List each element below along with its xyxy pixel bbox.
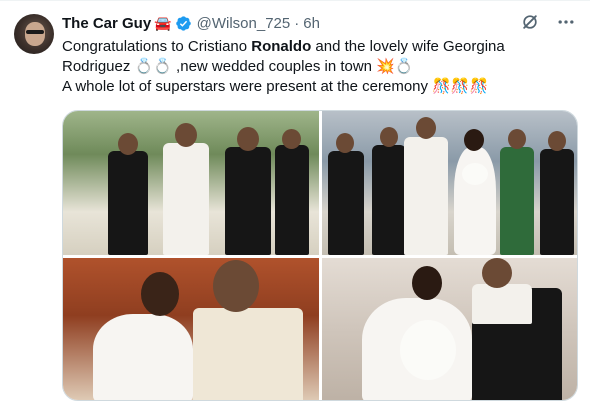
- figure-head: [118, 133, 138, 155]
- avatar[interactable]: [14, 14, 54, 54]
- avatar-glasses: [26, 30, 44, 34]
- divider: [0, 0, 590, 1]
- figure: [472, 284, 532, 324]
- tweet-text-line-3: A whole lot of superstars were present a…: [62, 78, 489, 95]
- figure-head: [237, 127, 259, 151]
- text-segment: Congratulations to Cristiano: [62, 38, 252, 55]
- tweet-text-line-1: Congratulations to Cristiano Ronaldo and…: [62, 37, 577, 57]
- figure-head: [464, 129, 484, 151]
- figure-head: [141, 272, 179, 316]
- display-name[interactable]: The Car Guy: [62, 15, 151, 32]
- verified-badge-icon[interactable]: [175, 15, 192, 32]
- figure-head: [336, 133, 354, 153]
- figure: [275, 145, 309, 255]
- figure: [108, 151, 148, 255]
- figure-head: [482, 258, 512, 288]
- figure: [404, 137, 448, 255]
- figure-head: [508, 129, 526, 149]
- car-emoji: 🚘: [154, 14, 172, 31]
- text-segment: and the lovely wife Georgina: [311, 38, 505, 55]
- top-actions: [520, 12, 576, 32]
- tweet-header: The Car Guy 🚘 @Wilson_725 · 6h: [62, 12, 320, 34]
- timestamp[interactable]: 6h: [303, 15, 320, 32]
- more-options-icon[interactable]: [556, 12, 576, 32]
- bouquet: [400, 320, 456, 380]
- figure-head: [213, 260, 259, 312]
- bouquet: [462, 163, 488, 185]
- figure-head: [282, 129, 301, 149]
- figure-head: [412, 266, 442, 300]
- media-grid: [62, 110, 578, 401]
- figure: [225, 147, 271, 255]
- figure-head: [175, 123, 197, 147]
- user-handle[interactable]: @Wilson_725: [197, 15, 291, 32]
- figure: [163, 143, 209, 255]
- wedding-photo-4[interactable]: [322, 258, 577, 400]
- figure: [500, 147, 534, 255]
- figure: [193, 308, 303, 400]
- tweet-text-line-2: Rodriguez 💍💍 ,new wedded couples in town…: [62, 58, 414, 75]
- wedding-photo-2[interactable]: [322, 111, 577, 255]
- figure-head: [416, 117, 436, 139]
- figure: [93, 314, 193, 400]
- figure: [328, 151, 364, 255]
- tweet-text: Congratulations to Cristiano Ronaldo and…: [62, 37, 577, 97]
- figure: [372, 145, 406, 255]
- figure-head: [380, 127, 398, 147]
- figure: [540, 149, 574, 255]
- avatar-face: [25, 22, 45, 46]
- tweet-card[interactable]: The Car Guy 🚘 @Wilson_725 · 6h Congratul…: [0, 0, 590, 406]
- separator-dot: ·: [294, 14, 300, 32]
- wedding-photo-1[interactable]: [63, 111, 319, 255]
- grok-icon[interactable]: [520, 12, 540, 32]
- figure-head: [548, 131, 566, 151]
- bold-name: Ronaldo: [251, 38, 312, 55]
- wedding-photo-3[interactable]: [63, 258, 319, 400]
